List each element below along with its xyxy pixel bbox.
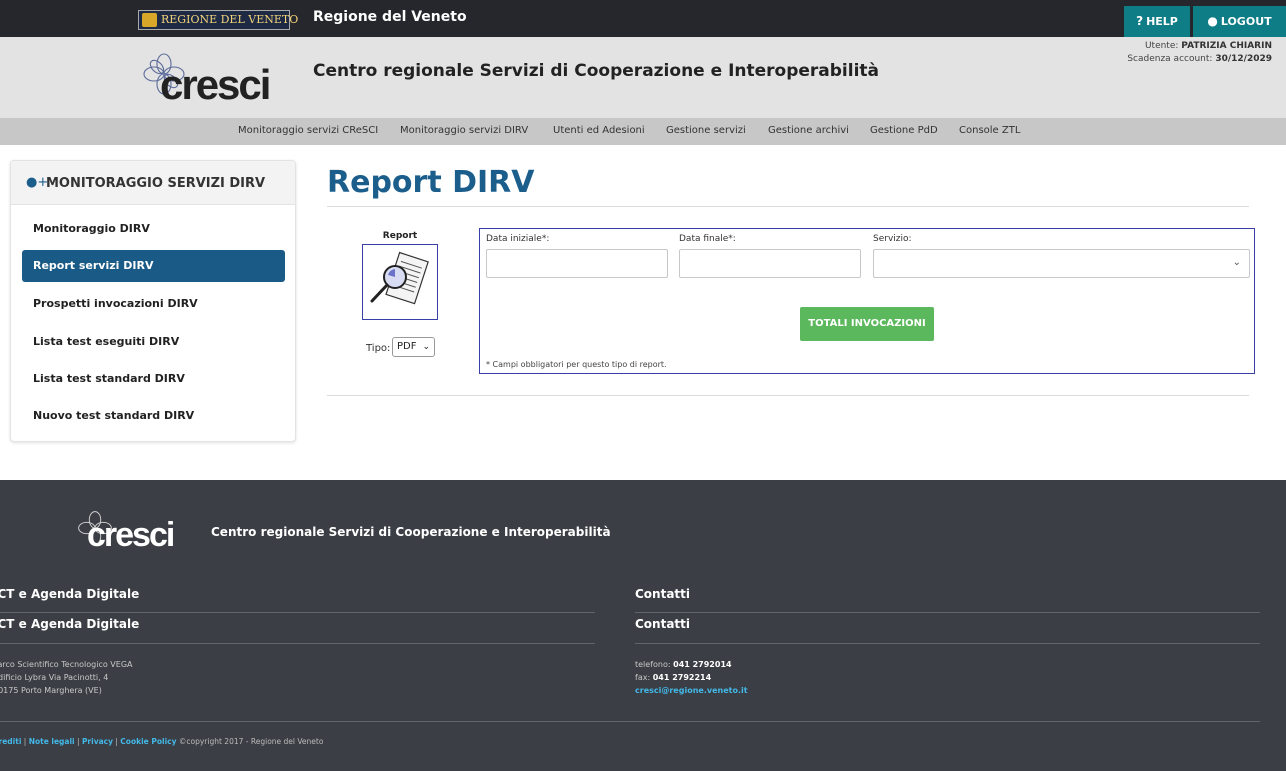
sidebar-header: ●+ MONITORAGGIO SERVIZI DIRV [11,161,295,205]
totali-invocazioni-button[interactable]: TOTALI INVOCAZIONI [800,307,934,341]
expiry-label: Scadenza account: [1127,54,1213,64]
site-header: cresci Centro regionale Servizi di Coope… [0,37,1286,118]
footer-cresci-logo[interactable]: cresci [75,510,195,555]
footer-divider [0,721,1260,722]
footer-link-crediti[interactable]: Crediti [0,737,21,746]
help-button[interactable]: ? HELP [1124,6,1190,37]
title-divider [327,206,1249,207]
sidebar-item-lista-test-eseguiti[interactable]: Lista test eseguiti DIRV [22,326,285,358]
start-date-label: Data iniziale*: [486,234,550,244]
footer-left-heading: ICT e Agenda Digitale [0,587,140,601]
address-line: 30175 Porto Marghera (VE) [0,686,102,695]
sidebar-item-prospetti-invocazioni[interactable]: Prospetti invocazioni DIRV [22,288,285,320]
end-date-label: Data finale*: [679,234,736,244]
footer-divider [635,612,1260,613]
form-divider [327,395,1249,396]
sidebar-item-report-servizi-dirv[interactable]: Report servizi DIRV [22,250,285,282]
question-icon: ? [1136,14,1144,28]
nav-item-utenti-adesioni[interactable]: Utenti ed Adesioni [553,125,645,136]
top-bar: REGIONE DEL VENETO Regione del Veneto ? H… [0,0,1286,37]
footer-link-cookie-policy[interactable]: Cookie Policy [120,737,176,746]
start-date-input[interactable] [486,249,668,278]
nav-item-gestione-pdd[interactable]: Gestione PdD [870,125,938,136]
report-magnifier-icon [370,251,429,305]
user-icon: ● [1207,14,1218,28]
footer-contacts-heading: Contatti [635,587,691,601]
tipo-label: Tipo: [366,343,391,354]
address-line: Parco Scientifico Tecnologico VEGA [0,660,133,669]
report-type-option[interactable] [362,244,438,320]
end-date-input[interactable] [679,249,861,278]
required-fields-note: * Campi obbligatori per questo tipo di r… [486,360,667,369]
service-select[interactable]: ⌄ [873,249,1250,278]
footer-address: Parco Scientifico Tecnologico VEGA Edifi… [0,658,133,697]
logout-button[interactable]: ● LOGOUT [1193,6,1286,37]
cresci-logo[interactable]: cresci [138,50,293,108]
footer-link-note-legali[interactable]: Note legali [29,737,75,746]
footer-link-privacy[interactable]: Privacy [82,737,113,746]
fax-label: fax: [635,673,651,682]
page-title: Report DIRV [327,165,535,200]
tipo-value: PDF [397,341,417,352]
nav-item-console-ztl[interactable]: Console ZTL [959,125,1020,136]
phone-label: telefono: [635,660,671,669]
nav-item-monitoraggio-dirv[interactable]: Monitoraggio servizi DIRV [400,125,528,136]
cresci-logo-word: cresci [160,61,271,108]
main-nav: Monitoraggio servizi CReSCI Monitoraggio… [0,118,1286,145]
sidebar-heading: MONITORAGGIO SERVIZI DIRV [46,176,266,191]
footer-links: Crediti | Note legali | Privacy | Cookie… [0,737,323,746]
report-form: Data iniziale*: Data finale*: Servizio: … [479,228,1255,374]
expiry-date: 30/12/2029 [1215,54,1272,64]
tipo-select[interactable]: PDF ⌄ [392,337,435,357]
fax-number: 041 2792214 [652,673,712,682]
email-link[interactable]: cresci@regione.veneto.it [635,686,748,695]
footer-divider [635,643,1260,644]
regione-logo-text: REGIONE DEL VENETO [161,13,299,26]
help-label: HELP [1146,15,1178,28]
sidebar-item-nuovo-test-standard[interactable]: Nuovo test standard DIRV [22,400,285,432]
regione-veneto-logo[interactable]: REGIONE DEL VENETO [138,10,298,30]
nav-item-gestione-servizi[interactable]: Gestione servizi [666,125,746,136]
footer-divider [0,643,595,644]
footer-title: Centro regionale Servizi di Cooperazione… [211,525,611,539]
chevron-down-icon: ⌄ [1232,257,1241,268]
header-title: Centro regionale Servizi di Cooperazione… [313,61,880,81]
copyright: ©copyright 2017 - Regione del Veneto [178,737,324,746]
sidebar: ●+ MONITORAGGIO SERVIZI DIRV Monitoraggi… [10,160,296,442]
crest-icon [142,13,157,27]
chevron-down-icon: ⌄ [422,342,430,352]
service-label: Servizio: [873,234,912,244]
report-label: Report [382,231,418,241]
user-name: PATRIZIA CHIARIN [1181,41,1272,51]
nav-item-gestione-archivi[interactable]: Gestione archivi [768,125,849,136]
footer-divider [0,612,595,613]
nav-item-monitoraggio-cresci[interactable]: Monitoraggio servizi CReSCI [238,125,378,136]
logout-label: LOGOUT [1220,15,1272,28]
regione-title: Regione del Veneto [313,9,467,25]
site-footer: cresci Centro regionale Servizi di Coope… [0,480,1286,771]
user-info: Utente: PATRIZIA CHIARIN Scadenza accoun… [1127,40,1272,66]
footer-contacts: telefono: 041 2792014 fax: 041 2792214 c… [635,658,748,697]
address-line: Edificio Lybra Via Pacinotti, 4 [0,673,109,682]
footer-logo-word: cresci [87,516,175,554]
user-label: Utente: [1144,41,1179,51]
footer-contacts-heading-2: Contatti [635,617,691,631]
footer-left-heading-2: ICT e Agenda Digitale [0,617,140,631]
users-plus-icon: ●+ [26,175,49,190]
phone-number: 041 2792014 [673,660,732,669]
sidebar-item-lista-test-standard[interactable]: Lista test standard DIRV [22,363,285,395]
sidebar-item-monitoraggio-dirv[interactable]: Monitoraggio DIRV [22,213,285,245]
